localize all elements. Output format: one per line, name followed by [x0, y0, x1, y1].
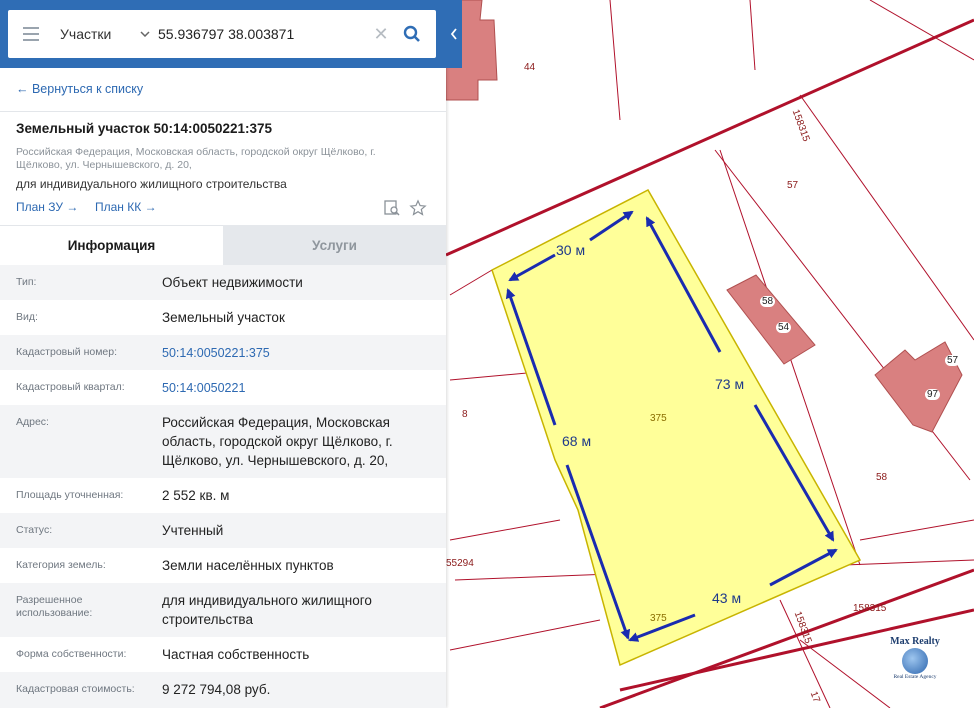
measurement-left: 68 м: [562, 433, 592, 449]
globe-icon: [902, 648, 928, 674]
info-row-cadastral-value: Кадастровая стоимость: 9 272 794,08 руб.: [0, 672, 446, 708]
map-label-375-bottom: 375: [650, 613, 667, 624]
info-row-cadastral-number: Кадастровый номер: 50:14:0050221:375: [0, 335, 446, 370]
map-label-8: 8: [462, 409, 468, 420]
back-to-list-link[interactable]: ← Вернуться к списку: [16, 82, 143, 96]
measurement-right: 73 м: [715, 376, 745, 392]
search-icon[interactable]: [394, 14, 430, 54]
star-icon[interactable]: [407, 197, 429, 219]
map-label-158315-right: 158315: [853, 603, 887, 614]
info-row-land-category: Категория земель: Земли населённых пункт…: [16, 558, 334, 573]
map-label-97-building: 97: [925, 389, 941, 400]
search-bar: Участки ✕: [8, 10, 436, 58]
plan-kk-link[interactable]: План КК →: [95, 200, 157, 214]
map-label-375-center: 375: [650, 413, 667, 424]
tab-services[interactable]: Услуги: [223, 225, 446, 265]
info-row-type: Тип: Объект недвижимости: [0, 265, 446, 300]
map-label-55294: 55294: [446, 558, 474, 569]
divider: [0, 111, 446, 112]
chevron-left-icon: [450, 28, 457, 40]
map-label-54-building: 54: [776, 322, 792, 333]
map-label-58-building: 58: [760, 296, 776, 307]
collapse-panel-button[interactable]: [446, 0, 462, 68]
watermark-logo: Max Realty Real Estate Agency: [890, 636, 940, 680]
info-row-cadastral-quarter: Кадастровый квартал: 50:14:0050221: [0, 370, 446, 405]
info-row-status: Статус: Учтенный: [0, 513, 446, 548]
cadastral-quarter-link[interactable]: 50:14:0050221: [162, 379, 432, 398]
panel-tabs: Информация Услуги: [0, 225, 446, 265]
info-row-area: Площадь уточненная: 2 552 кв. м: [16, 488, 230, 503]
info-panel: Участки ✕ ← Вернуться к списку Земельный…: [0, 0, 446, 708]
info-row-kind: Вид: Земельный участок: [16, 310, 285, 325]
chevron-down-icon[interactable]: [134, 31, 156, 37]
map-label-57-building: 57: [945, 355, 961, 366]
search-input[interactable]: [156, 19, 368, 49]
map-label-44: 44: [524, 62, 536, 73]
cadastral-number-link[interactable]: 50:14:0050221:375: [162, 344, 432, 363]
document-search-icon[interactable]: [381, 197, 403, 219]
tab-information[interactable]: Информация: [0, 225, 223, 265]
map-label-58-lower: 58: [876, 472, 888, 483]
search-type-select[interactable]: Участки: [54, 26, 134, 42]
measurement-bottom: 43 м: [712, 590, 742, 606]
map-label-57-upper: 57: [787, 180, 799, 191]
plan-zu-link[interactable]: План ЗУ →: [16, 200, 78, 214]
info-row-permitted-use: Разрешенное использование: для индивидуа…: [0, 583, 446, 637]
parcel-address: Российская Федерация, Московская область…: [16, 146, 376, 171]
info-row-address: Адрес: Российская Федерация, Московская …: [0, 405, 446, 478]
measurement-top: 30 м: [556, 242, 586, 258]
parcel-permitted-use: для индивидуального жилищного строительс…: [16, 177, 287, 191]
hamburger-menu-icon[interactable]: [8, 10, 54, 58]
parcel-title: Земельный участок 50:14:0050221:375: [16, 121, 273, 136]
search-header: Участки ✕: [0, 0, 446, 68]
parcel-375[interactable]: [491, 189, 862, 667]
info-row-ownership: Форма собственности: Частная собственнос…: [16, 647, 310, 662]
close-icon[interactable]: ✕: [368, 19, 394, 49]
